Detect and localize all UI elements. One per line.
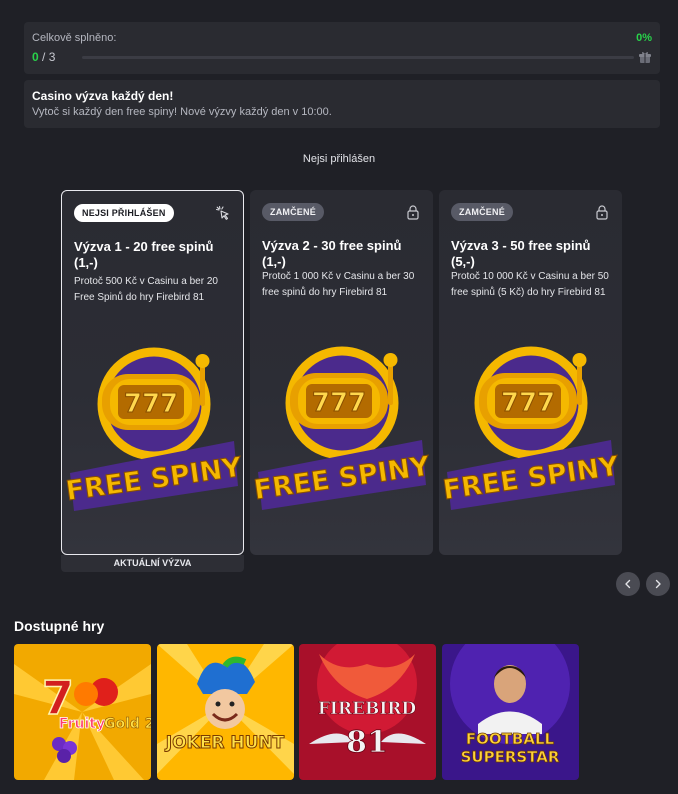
login-status-text: Nejsi přihlášen [302, 153, 376, 165]
cursor-click-icon [215, 205, 229, 220]
fruity-gold-thumbnail: 7 Fruity Gold 243 [14, 644, 151, 780]
status-badge: ZAMČENÉ [451, 203, 513, 221]
carousel-prev-button[interactable] [616, 572, 640, 596]
lock-icon [596, 205, 608, 220]
status-badge: ZAMČENÉ [262, 203, 324, 221]
challenge-card-3[interactable]: ZAMČENÉ Výzva 3 - 50 free spinů (5,-) Pr… [439, 190, 622, 555]
game-title-line2: Gold 243 [104, 716, 151, 732]
overall-progress-panel: Celkově splněno: 0% 0 / 3 [24, 22, 660, 74]
free-spins-slot-art: 777 FREE SPINY [254, 346, 429, 510]
progress-bar [82, 56, 634, 59]
progress-total: / 3 [42, 50, 56, 64]
svg-text:777: 777 [501, 388, 555, 418]
svg-text:777: 777 [124, 389, 178, 419]
progress-label: Celkově splněno: [32, 32, 117, 44]
progress-percent: 0% [636, 32, 652, 44]
games-section-title: Dostupné hry [14, 618, 105, 634]
challenge-title: Výzva 3 - 50 free spinů (5,-) [451, 238, 591, 269]
game-title-line1: FOOTBALL [466, 730, 555, 748]
free-spins-slot-art: 777 FREE SPINY [443, 346, 618, 510]
joker-hunt-thumbnail: JOKER HUNT [157, 644, 294, 780]
challenge-description: Protoč 10 000 Kč v Casinu a ber 50 free … [451, 271, 609, 298]
football-superstar-thumbnail: FOOTBALL SUPERSTAR [442, 644, 579, 780]
progress-done-count: 0 [32, 50, 39, 64]
challenge-title: Výzva 2 - 30 free spinů (1,-) [262, 238, 402, 269]
svg-text:JOKER HUNT: JOKER HUNT [165, 733, 285, 753]
challenge-info-panel: Casino výzva každý den! Vytoč si každý d… [24, 80, 660, 128]
chevron-left-icon [625, 579, 631, 589]
challenge-card-2[interactable]: ZAMČENÉ Výzva 2 - 30 free spinů (1,-) Pr… [250, 190, 433, 555]
game-title-line1: Fruity [59, 716, 105, 732]
free-spins-slot-art: 777 FREE SPINY [66, 347, 241, 511]
game-tile-football-superstar[interactable]: FOOTBALL SUPERSTAR [442, 644, 579, 780]
game-tile-fruity-gold[interactable]: 7 Fruity Gold 243 [14, 644, 151, 780]
chevron-right-icon [655, 579, 661, 589]
game-tile-joker-hunt[interactable]: JOKER HUNT [157, 644, 294, 780]
challenge-description: Protoč 1 000 Kč v Casinu a ber 30 free s… [262, 271, 415, 298]
game-title-line1: JOKER [165, 733, 225, 753]
lock-icon [407, 205, 419, 220]
info-title: Casino výzva každý den! [32, 89, 174, 103]
status-badge: NEJSI PŘIHLÁŠEN [74, 204, 174, 222]
game-title-line2: 81 [346, 725, 388, 760]
gift-icon [639, 52, 651, 63]
game-title-line1: FIREBIRD [318, 699, 417, 719]
svg-text:777: 777 [312, 388, 366, 418]
firebird-81-thumbnail: FIREBIRD 81 [299, 644, 436, 780]
challenge-card-1[interactable]: NEJSI PŘIHLÁŠEN Výzva 1 - 20 free spinů … [61, 190, 244, 555]
challenge-description: Protoč 500 Kč v Casinu a ber 20 Free Spi… [74, 276, 218, 303]
game-tile-firebird-81[interactable]: FIREBIRD 81 [299, 644, 436, 780]
progress-count: 0 / 3 [32, 50, 55, 64]
current-challenge-label: AKTUÁLNÍ VÝZVA [61, 555, 244, 572]
challenge-title: Výzva 1 - 20 free spinů (1,-) [74, 239, 214, 270]
game-title-line2: HUNT [230, 733, 284, 753]
carousel-next-button[interactable] [646, 572, 670, 596]
info-description: Vytoč si každý den free spiny! Nové výzv… [32, 106, 332, 118]
game-title-line2: SUPERSTAR [461, 748, 560, 766]
